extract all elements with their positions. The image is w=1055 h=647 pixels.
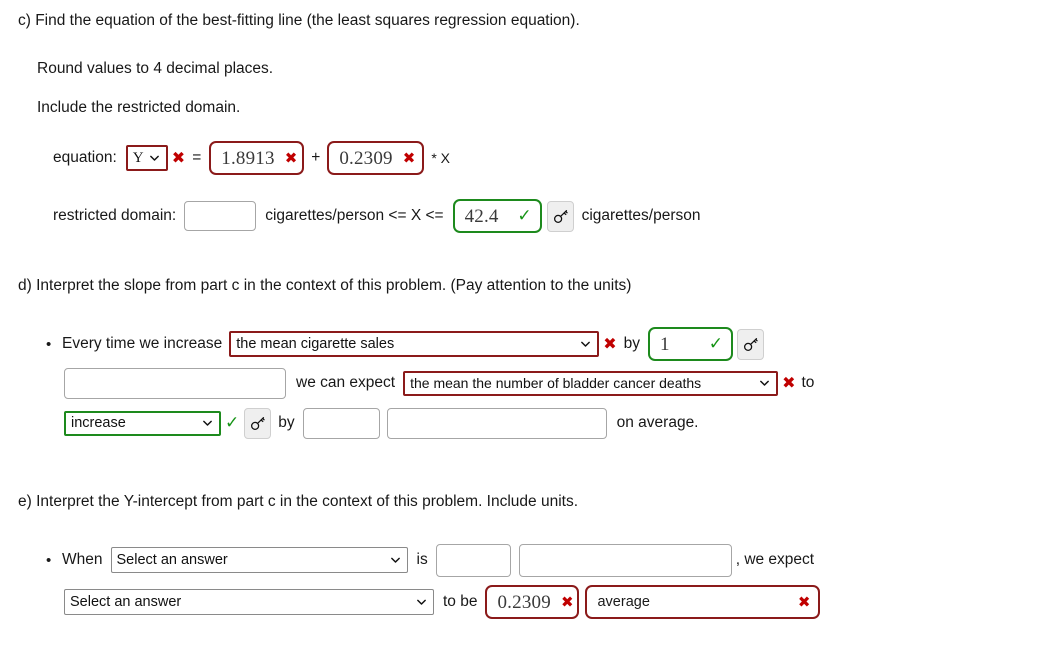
part-d-line-2: we can expect the mean the number of bla… <box>64 367 814 399</box>
bullet-icon <box>46 553 62 568</box>
restricted-domain-max-value: 42.4 <box>464 205 499 227</box>
part-d-subject-value: the mean cigarette sales <box>236 336 395 352</box>
chevron-down-icon <box>416 597 427 608</box>
part-e-units-text: average <box>597 594 650 610</box>
chevron-down-icon <box>390 555 401 566</box>
restricted-domain-max-field[interactable]: 42.4 ✓ <box>452 199 542 233</box>
part-d-line3-key-button[interactable] <box>244 407 272 439</box>
part-e-line-1: When Select an answer is , we expect <box>46 543 815 577</box>
restricted-domain-min-input[interactable] <box>184 201 257 231</box>
part-d-amount-field[interactable]: 1 ✓ <box>648 327 734 361</box>
equation-slope-field[interactable]: 0.2309 ✖ <box>327 141 425 175</box>
part-d-line3-tail: on average. <box>616 414 699 431</box>
chevron-down-icon <box>202 418 213 429</box>
bullet-icon <box>46 337 62 352</box>
part-e-to-be-label: to be <box>443 593 478 610</box>
part-e-value-text: 0.2309 <box>497 591 551 613</box>
equation-slope-x-icon: ✖ <box>402 148 416 167</box>
restricted-domain-label: restricted domain: <box>53 207 177 224</box>
part-e-is-label: is <box>416 551 428 568</box>
part-e-units-x-icon: ✖ <box>797 592 811 611</box>
equation-variable-x-icon: ✖ <box>171 148 186 167</box>
equation-row: equation: Y ✖ = 1.8913 ✖ + 0.2309 ✖ * X <box>53 141 450 175</box>
part-d-line-3: increase ✓ by on average. <box>64 407 699 439</box>
part-d-line1-key-button[interactable] <box>737 328 765 360</box>
part-d-object-select[interactable]: the mean the number of bladder cancer de… <box>403 370 779 396</box>
chevron-down-icon <box>149 153 160 164</box>
part-e-line-2: Select an answer to be 0.2309 ✖ average … <box>64 585 821 619</box>
part-d-object-x-icon: ✖ <box>782 373 796 392</box>
equation-intercept-field[interactable]: 1.8913 ✖ <box>209 141 305 175</box>
equation-variable-select[interactable]: Y <box>125 145 168 171</box>
equation-equals: = <box>192 149 202 166</box>
part-e-when-label: When <box>62 551 103 568</box>
restricted-domain-units: cigarettes/person <box>581 207 701 224</box>
part-d-line1-by: by <box>623 335 641 352</box>
equation-times-x: * X <box>431 150 450 166</box>
part-e-value-x-icon: ✖ <box>560 592 574 611</box>
part-d-amount-check-icon: ✓ <box>708 333 724 354</box>
part-d-line2-units-input[interactable] <box>64 367 286 399</box>
key-icon <box>742 336 759 353</box>
part-d-direction-select[interactable]: increase <box>64 410 221 436</box>
chevron-down-icon <box>580 339 591 350</box>
part-e-line1-value-input[interactable] <box>435 543 511 577</box>
part-d-subject-select[interactable]: the mean cigarette sales <box>229 331 600 357</box>
part-c-instruction-round: Round values to 4 decimal places. <box>37 60 274 77</box>
part-e-line1-tail: , we expect <box>735 551 815 568</box>
part-d-object-value: the mean the number of bladder cancer de… <box>410 375 702 391</box>
part-d-direction-check-icon: ✓ <box>225 412 240 433</box>
part-e-subject-value: Select an answer <box>116 552 228 568</box>
part-d-line-1: Every time we increase the mean cigarett… <box>46 327 765 361</box>
part-c-instruction-domain: Include the restricted domain. <box>37 99 241 116</box>
equation-label: equation: <box>53 149 117 166</box>
part-d-line3-units-input[interactable] <box>386 407 607 439</box>
restricted-domain-row: restricted domain: cigarettes/person <= … <box>53 199 700 233</box>
restricted-domain-key-button[interactable] <box>546 200 574 232</box>
part-e-prompt: e) Interpret the Y-intercept from part c… <box>18 493 579 510</box>
part-d-subject-x-icon: ✖ <box>603 334 617 353</box>
part-d-line2-to: to <box>801 374 815 391</box>
restricted-domain-middle-text: cigarettes/person <= X <= <box>265 207 444 224</box>
part-d-line3-amount-input[interactable] <box>302 407 380 439</box>
part-e-value-field[interactable]: 0.2309 ✖ <box>485 585 580 619</box>
equation-slope-value: 0.2309 <box>339 147 393 169</box>
part-e-object-select[interactable]: Select an answer <box>64 589 434 615</box>
part-e-line1-units-input[interactable] <box>518 543 732 577</box>
equation-intercept-x-icon: ✖ <box>284 148 298 167</box>
worksheet-page: c) Find the equation of the best-fitting… <box>0 0 1055 647</box>
part-e-subject-select[interactable]: Select an answer <box>110 547 408 573</box>
key-icon <box>249 415 266 432</box>
part-d-line1-lead: Every time we increase <box>62 335 223 352</box>
part-e-units-field[interactable]: average ✖ <box>585 585 821 619</box>
part-d-line2-mid: we can expect <box>296 374 396 391</box>
part-c-prompt: c) Find the equation of the best-fitting… <box>18 12 580 29</box>
equation-variable-value: Y <box>132 149 144 166</box>
chevron-down-icon <box>759 378 770 389</box>
key-icon <box>552 208 569 225</box>
part-d-amount-value: 1 <box>660 333 670 355</box>
equation-intercept-value: 1.8913 <box>221 147 275 169</box>
part-e-object-value: Select an answer <box>70 594 182 610</box>
part-d-line3-by: by <box>278 414 295 431</box>
part-d-prompt: d) Interpret the slope from part c in th… <box>18 277 632 294</box>
part-d-direction-value: increase <box>71 415 126 431</box>
restricted-domain-check-icon: ✓ <box>517 205 532 226</box>
equation-plus: + <box>311 149 321 166</box>
